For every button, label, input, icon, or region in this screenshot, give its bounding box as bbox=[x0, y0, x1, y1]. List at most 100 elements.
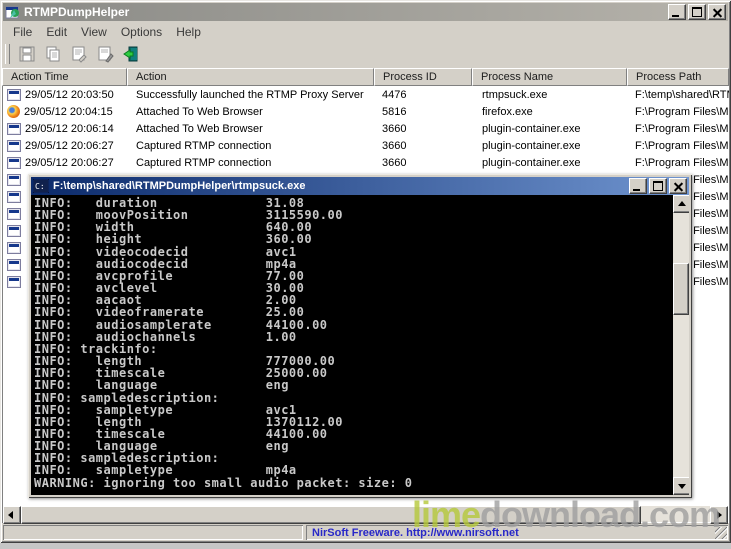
minimize-icon bbox=[672, 15, 679, 17]
window-icon bbox=[7, 241, 21, 254]
save-button[interactable] bbox=[14, 43, 40, 65]
table-row[interactable]: 29/05/12 20:06:27 Captured RTMP connectio… bbox=[2, 154, 729, 171]
status-bar: NirSoft Freeware. http://www.nirsoft.net bbox=[2, 525, 729, 541]
svg-text:C:: C: bbox=[35, 182, 45, 191]
cell-action: Attached To Web Browser bbox=[136, 122, 263, 135]
cell-process-path: F:\Program Files\Mo bbox=[635, 156, 729, 169]
console-scroll-thumb[interactable] bbox=[673, 263, 689, 315]
cell-process-path: F:\Program Files\Mo bbox=[635, 122, 729, 135]
cell-process-id: 3660 bbox=[382, 156, 407, 169]
console-client: INFO: duration 31.08 INFO: moovPosition … bbox=[31, 195, 689, 495]
cell-action-time: 29/05/12 20:06:14 bbox=[2, 120, 127, 137]
console-output: INFO: duration 31.08 INFO: moovPosition … bbox=[34, 196, 413, 490]
scroll-right-button[interactable] bbox=[710, 506, 728, 524]
menu-bar: File Edit View Options Help bbox=[3, 23, 728, 41]
copy-button[interactable] bbox=[40, 43, 66, 65]
title-bar[interactable]: RTMPDumpHelper bbox=[3, 3, 728, 21]
horizontal-scrollbar[interactable] bbox=[3, 506, 728, 524]
maximize-icon bbox=[692, 7, 702, 17]
console-scroll-up-button[interactable] bbox=[673, 195, 689, 213]
cell-action-time: 29/05/12 20:06:27 bbox=[2, 154, 127, 171]
menu-item-options[interactable]: Options bbox=[114, 24, 169, 40]
window-icon bbox=[7, 88, 21, 101]
window-icon bbox=[7, 173, 21, 186]
toolbar-gripper[interactable] bbox=[5, 44, 10, 64]
console-vertical-scrollbar[interactable] bbox=[673, 195, 689, 495]
close-button[interactable] bbox=[708, 4, 726, 20]
toolbar bbox=[3, 42, 728, 66]
console-minimize-button[interactable] bbox=[629, 178, 647, 194]
table-row[interactable]: 29/05/12 20:06:14 Attached To Web Browser… bbox=[2, 120, 729, 137]
properties-icon bbox=[72, 46, 87, 63]
console-window: C: F:\temp\shared\RTMPDumpHelper\rtmpsuc… bbox=[28, 174, 692, 498]
scroll-left-button[interactable] bbox=[3, 506, 21, 524]
window-title: RTMPDumpHelper bbox=[24, 5, 130, 19]
save-icon bbox=[19, 46, 35, 62]
status-pane-left bbox=[3, 525, 303, 540]
cell-action: Successfully launched the RTMP Proxy Ser… bbox=[136, 88, 364, 101]
cell-process-name: plugin-container.exe bbox=[482, 156, 581, 169]
column-header-action-time[interactable]: Action Time bbox=[2, 68, 127, 86]
cell-process-name: plugin-container.exe bbox=[482, 122, 581, 135]
cell-process-name: firefox.exe bbox=[482, 105, 533, 118]
minimize-button[interactable] bbox=[668, 4, 686, 20]
list-header: Action Time Action Process ID Process Name P… bbox=[2, 68, 729, 86]
window-icon bbox=[7, 275, 21, 288]
cell-process-path: F:\Program Files\Mo bbox=[635, 105, 729, 118]
menu-item-edit[interactable]: Edit bbox=[39, 24, 74, 40]
menu-item-file[interactable]: File bbox=[6, 24, 39, 40]
maximize-button[interactable] bbox=[688, 4, 706, 20]
console-title-bar[interactable]: C: F:\temp\shared\RTMPDumpHelper\rtmpsuc… bbox=[31, 177, 689, 195]
window-icon bbox=[7, 224, 21, 237]
column-header-process-id[interactable]: Process ID bbox=[374, 68, 472, 86]
firefox-icon bbox=[7, 105, 20, 118]
console-maximize-icon bbox=[653, 181, 663, 191]
console-maximize-button[interactable] bbox=[649, 178, 667, 194]
delete-button[interactable] bbox=[92, 43, 118, 65]
window-icon bbox=[7, 258, 21, 271]
scroll-left-icon bbox=[8, 511, 13, 519]
ms-dos-icon: C: bbox=[33, 179, 49, 193]
console-title: F:\temp\shared\RTMPDumpHelper\rtmpsuck.e… bbox=[53, 180, 306, 192]
table-row[interactable]: 29/05/12 20:06:27 Captured RTMP connectio… bbox=[2, 137, 729, 154]
column-header-process-name[interactable]: Process Name bbox=[472, 68, 627, 86]
console-close-button[interactable] bbox=[669, 178, 687, 194]
copy-icon bbox=[46, 46, 60, 62]
console-close-icon bbox=[674, 182, 683, 191]
console-scroll-down-button[interactable] bbox=[673, 477, 689, 495]
properties-button[interactable] bbox=[66, 43, 92, 65]
table-row[interactable]: 29/05/12 20:03:50 Successfully launched t… bbox=[2, 86, 729, 103]
scroll-track[interactable] bbox=[641, 506, 710, 522]
cell-action: Attached To Web Browser bbox=[136, 105, 263, 118]
column-header-process-path[interactable]: Process Path bbox=[627, 68, 729, 86]
status-text: NirSoft Freeware. http://www.nirsoft.net bbox=[312, 526, 519, 539]
status-pane-right: NirSoft Freeware. http://www.nirsoft.net bbox=[306, 525, 728, 540]
window-icon bbox=[7, 122, 21, 135]
resize-grip[interactable] bbox=[715, 527, 727, 539]
cell-process-id: 3660 bbox=[382, 139, 407, 152]
window-icon bbox=[7, 190, 21, 203]
cell-process-path: F:\temp\shared\RTM bbox=[635, 88, 729, 101]
cell-action-time: 29/05/12 20:04:15 bbox=[2, 103, 127, 120]
cell-process-id: 5816 bbox=[382, 105, 407, 118]
table-row[interactable]: 29/05/12 20:04:15 Attached To Web Browser… bbox=[2, 103, 729, 120]
cell-process-name: rtmpsuck.exe bbox=[482, 88, 548, 101]
delete-icon bbox=[98, 46, 114, 63]
window-icon bbox=[7, 156, 21, 169]
close-icon bbox=[713, 8, 722, 17]
cell-action: Captured RTMP connection bbox=[136, 139, 272, 152]
window-icon bbox=[7, 207, 21, 220]
column-header-action[interactable]: Action bbox=[127, 68, 374, 86]
cell-action-time: 29/05/12 20:03:50 bbox=[2, 86, 127, 103]
cell-action-time: 29/05/12 20:06:27 bbox=[2, 137, 127, 154]
cell-process-path: F:\Program Files\Mo bbox=[635, 139, 729, 152]
menu-item-help[interactable]: Help bbox=[169, 24, 208, 40]
horizontal-scroll-thumb[interactable] bbox=[21, 506, 641, 524]
window-icon bbox=[7, 139, 21, 152]
exit-button[interactable] bbox=[118, 43, 144, 65]
cell-process-name: plugin-container.exe bbox=[482, 139, 581, 152]
menu-item-view[interactable]: View bbox=[74, 24, 114, 40]
cell-process-id: 4476 bbox=[382, 88, 407, 101]
scroll-down-icon bbox=[678, 484, 686, 489]
console-minimize-icon bbox=[633, 189, 640, 191]
